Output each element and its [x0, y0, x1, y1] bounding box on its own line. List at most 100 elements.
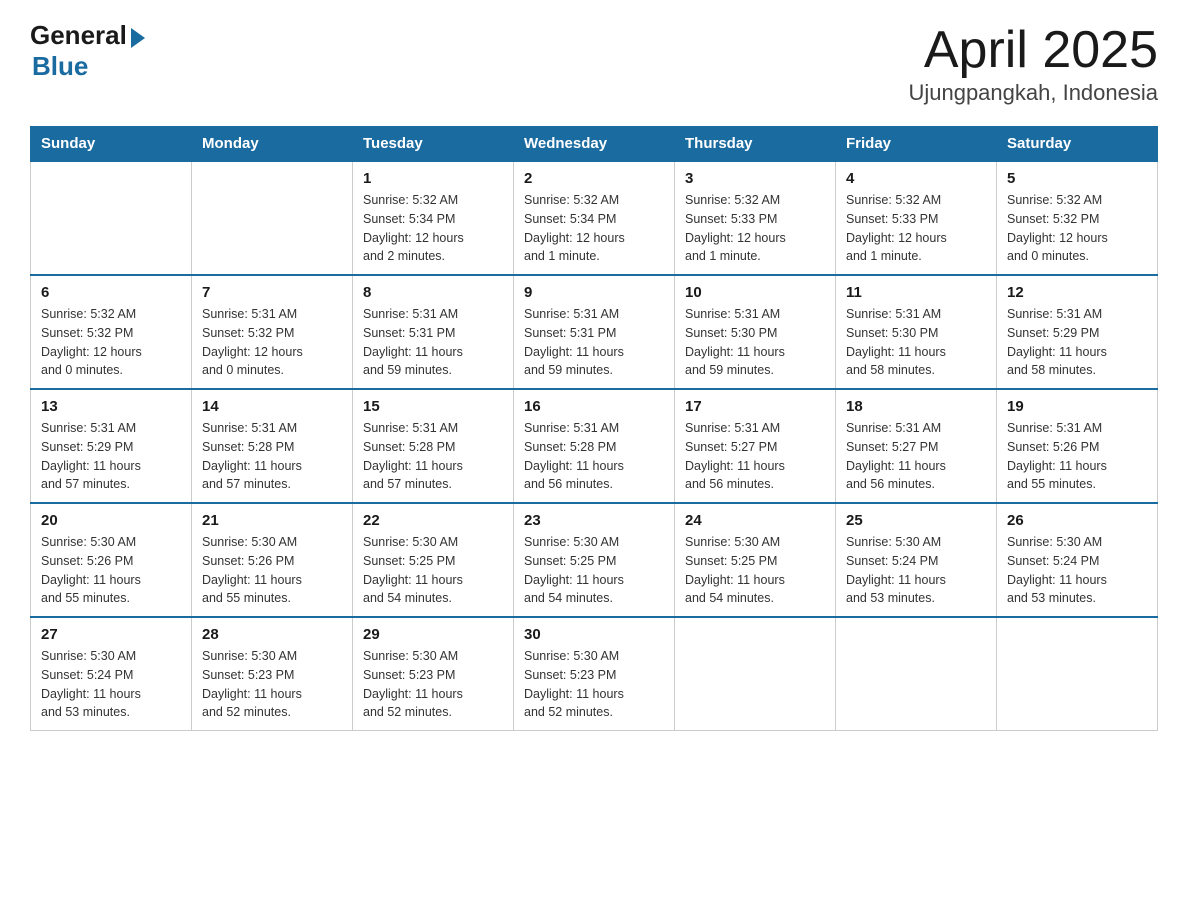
calendar-table: SundayMondayTuesdayWednesdayThursdayFrid…	[30, 126, 1158, 731]
calendar-cell: 7 Sunrise: 5:31 AMSunset: 5:32 PMDaylight…	[192, 275, 353, 389]
day-info: Sunrise: 5:30 AMSunset: 5:24 PMDaylight:…	[41, 647, 181, 722]
calendar-cell: 23 Sunrise: 5:30 AMSunset: 5:25 PMDayligh…	[514, 503, 675, 617]
calendar-cell: 25 Sunrise: 5:30 AMSunset: 5:24 PMDayligh…	[836, 503, 997, 617]
day-info: Sunrise: 5:30 AMSunset: 5:26 PMDaylight:…	[202, 533, 342, 608]
day-info: Sunrise: 5:30 AMSunset: 5:24 PMDaylight:…	[1007, 533, 1147, 608]
weekday-header-row: SundayMondayTuesdayWednesdayThursdayFrid…	[31, 127, 1158, 162]
calendar-week-row: 13 Sunrise: 5:31 AMSunset: 5:29 PMDayligh…	[31, 389, 1158, 503]
day-number: 3	[685, 170, 825, 187]
calendar-week-row: 1Sunrise: 5:32 AMSunset: 5:34 PMDaylight…	[31, 161, 1158, 275]
calendar-cell: 4 Sunrise: 5:32 AMSunset: 5:33 PMDaylight…	[836, 161, 997, 275]
day-info: Sunrise: 5:32 AMSunset: 5:32 PMDaylight:…	[1007, 191, 1147, 266]
weekday-header-sunday: Sunday	[31, 127, 192, 162]
calendar-cell: 27 Sunrise: 5:30 AMSunset: 5:24 PMDayligh…	[31, 617, 192, 731]
calendar-cell: 30Sunrise: 5:30 AMSunset: 5:23 PMDayligh…	[514, 617, 675, 731]
day-info: Sunrise: 5:31 AMSunset: 5:32 PMDaylight:…	[202, 305, 342, 380]
day-number: 20	[41, 512, 181, 529]
day-number: 5	[1007, 170, 1147, 187]
day-number: 22	[363, 512, 503, 529]
weekday-header-thursday: Thursday	[675, 127, 836, 162]
day-number: 23	[524, 512, 664, 529]
calendar-cell: 6 Sunrise: 5:32 AMSunset: 5:32 PMDaylight…	[31, 275, 192, 389]
calendar-cell: 18 Sunrise: 5:31 AMSunset: 5:27 PMDayligh…	[836, 389, 997, 503]
calendar-week-row: 27 Sunrise: 5:30 AMSunset: 5:24 PMDayligh…	[31, 617, 1158, 731]
day-info: Sunrise: 5:31 AMSunset: 5:26 PMDaylight:…	[1007, 419, 1147, 494]
day-info: Sunrise: 5:31 AMSunset: 5:29 PMDaylight:…	[41, 419, 181, 494]
calendar-cell: 10 Sunrise: 5:31 AMSunset: 5:30 PMDayligh…	[675, 275, 836, 389]
logo-arrow-icon	[131, 28, 145, 48]
calendar-cell: 22 Sunrise: 5:30 AMSunset: 5:25 PMDayligh…	[353, 503, 514, 617]
day-number: 21	[202, 512, 342, 529]
calendar-cell: 3 Sunrise: 5:32 AMSunset: 5:33 PMDaylight…	[675, 161, 836, 275]
day-number: 9	[524, 284, 664, 301]
day-info: Sunrise: 5:32 AMSunset: 5:34 PMDaylight:…	[363, 191, 503, 266]
day-number: 12	[1007, 284, 1147, 301]
day-info: Sunrise: 5:31 AMSunset: 5:29 PMDaylight:…	[1007, 305, 1147, 380]
calendar-cell	[192, 161, 353, 275]
calendar-cell: 14 Sunrise: 5:31 AMSunset: 5:28 PMDayligh…	[192, 389, 353, 503]
day-info: Sunrise: 5:32 AMSunset: 5:32 PMDaylight:…	[41, 305, 181, 380]
calendar-cell: 5 Sunrise: 5:32 AMSunset: 5:32 PMDaylight…	[997, 161, 1158, 275]
day-info: Sunrise: 5:30 AMSunset: 5:25 PMDaylight:…	[524, 533, 664, 608]
day-number: 27	[41, 626, 181, 643]
calendar-cell: 29 Sunrise: 5:30 AMSunset: 5:23 PMDayligh…	[353, 617, 514, 731]
calendar-cell	[31, 161, 192, 275]
calendar-cell: 20 Sunrise: 5:30 AMSunset: 5:26 PMDayligh…	[31, 503, 192, 617]
location-text: Ujungpangkah, Indonesia	[908, 80, 1158, 106]
calendar-cell	[675, 617, 836, 731]
day-info: Sunrise: 5:31 AMSunset: 5:31 PMDaylight:…	[524, 305, 664, 380]
day-number: 7	[202, 284, 342, 301]
day-number: 26	[1007, 512, 1147, 529]
calendar-cell	[836, 617, 997, 731]
calendar-cell: 1Sunrise: 5:32 AMSunset: 5:34 PMDaylight…	[353, 161, 514, 275]
day-info: Sunrise: 5:31 AMSunset: 5:27 PMDaylight:…	[846, 419, 986, 494]
day-info: Sunrise: 5:30 AMSunset: 5:24 PMDaylight:…	[846, 533, 986, 608]
calendar-cell: 13 Sunrise: 5:31 AMSunset: 5:29 PMDayligh…	[31, 389, 192, 503]
day-number: 8	[363, 284, 503, 301]
calendar-cell: 17Sunrise: 5:31 AMSunset: 5:27 PMDayligh…	[675, 389, 836, 503]
day-number: 19	[1007, 398, 1147, 415]
calendar-cell: 11 Sunrise: 5:31 AMSunset: 5:30 PMDayligh…	[836, 275, 997, 389]
weekday-header-tuesday: Tuesday	[353, 127, 514, 162]
calendar-cell: 2 Sunrise: 5:32 AMSunset: 5:34 PMDaylight…	[514, 161, 675, 275]
day-info: Sunrise: 5:30 AMSunset: 5:23 PMDaylight:…	[363, 647, 503, 722]
day-number: 13	[41, 398, 181, 415]
calendar-cell: 24Sunrise: 5:30 AMSunset: 5:25 PMDayligh…	[675, 503, 836, 617]
logo-blue-text: Blue	[32, 51, 88, 82]
calendar-cell: 16Sunrise: 5:31 AMSunset: 5:28 PMDayligh…	[514, 389, 675, 503]
calendar-cell: 19 Sunrise: 5:31 AMSunset: 5:26 PMDayligh…	[997, 389, 1158, 503]
day-info: Sunrise: 5:30 AMSunset: 5:25 PMDaylight:…	[685, 533, 825, 608]
weekday-header-monday: Monday	[192, 127, 353, 162]
logo-general-text: General	[30, 20, 127, 51]
day-number: 11	[846, 284, 986, 301]
day-info: Sunrise: 5:30 AMSunset: 5:26 PMDaylight:…	[41, 533, 181, 608]
day-number: 10	[685, 284, 825, 301]
day-info: Sunrise: 5:31 AMSunset: 5:30 PMDaylight:…	[685, 305, 825, 380]
day-info: Sunrise: 5:30 AMSunset: 5:25 PMDaylight:…	[363, 533, 503, 608]
day-info: Sunrise: 5:31 AMSunset: 5:28 PMDaylight:…	[202, 419, 342, 494]
day-number: 4	[846, 170, 986, 187]
day-info: Sunrise: 5:30 AMSunset: 5:23 PMDaylight:…	[202, 647, 342, 722]
calendar-cell: 9 Sunrise: 5:31 AMSunset: 5:31 PMDaylight…	[514, 275, 675, 389]
day-info: Sunrise: 5:31 AMSunset: 5:30 PMDaylight:…	[846, 305, 986, 380]
day-info: Sunrise: 5:32 AMSunset: 5:34 PMDaylight:…	[524, 191, 664, 266]
calendar-cell: 15Sunrise: 5:31 AMSunset: 5:28 PMDayligh…	[353, 389, 514, 503]
day-number: 30	[524, 626, 664, 643]
day-number: 18	[846, 398, 986, 415]
day-number: 2	[524, 170, 664, 187]
day-info: Sunrise: 5:31 AMSunset: 5:27 PMDaylight:…	[685, 419, 825, 494]
day-number: 6	[41, 284, 181, 301]
weekday-header-friday: Friday	[836, 127, 997, 162]
calendar-cell: 8Sunrise: 5:31 AMSunset: 5:31 PMDaylight…	[353, 275, 514, 389]
day-number: 15	[363, 398, 503, 415]
calendar-cell: 26 Sunrise: 5:30 AMSunset: 5:24 PMDayligh…	[997, 503, 1158, 617]
day-info: Sunrise: 5:32 AMSunset: 5:33 PMDaylight:…	[846, 191, 986, 266]
day-info: Sunrise: 5:32 AMSunset: 5:33 PMDaylight:…	[685, 191, 825, 266]
day-number: 14	[202, 398, 342, 415]
page-header: General Blue April 2025 Ujungpangkah, In…	[30, 20, 1158, 106]
calendar-week-row: 6 Sunrise: 5:32 AMSunset: 5:32 PMDaylight…	[31, 275, 1158, 389]
month-title: April 2025	[908, 20, 1158, 80]
day-number: 25	[846, 512, 986, 529]
day-number: 29	[363, 626, 503, 643]
calendar-cell: 12 Sunrise: 5:31 AMSunset: 5:29 PMDayligh…	[997, 275, 1158, 389]
